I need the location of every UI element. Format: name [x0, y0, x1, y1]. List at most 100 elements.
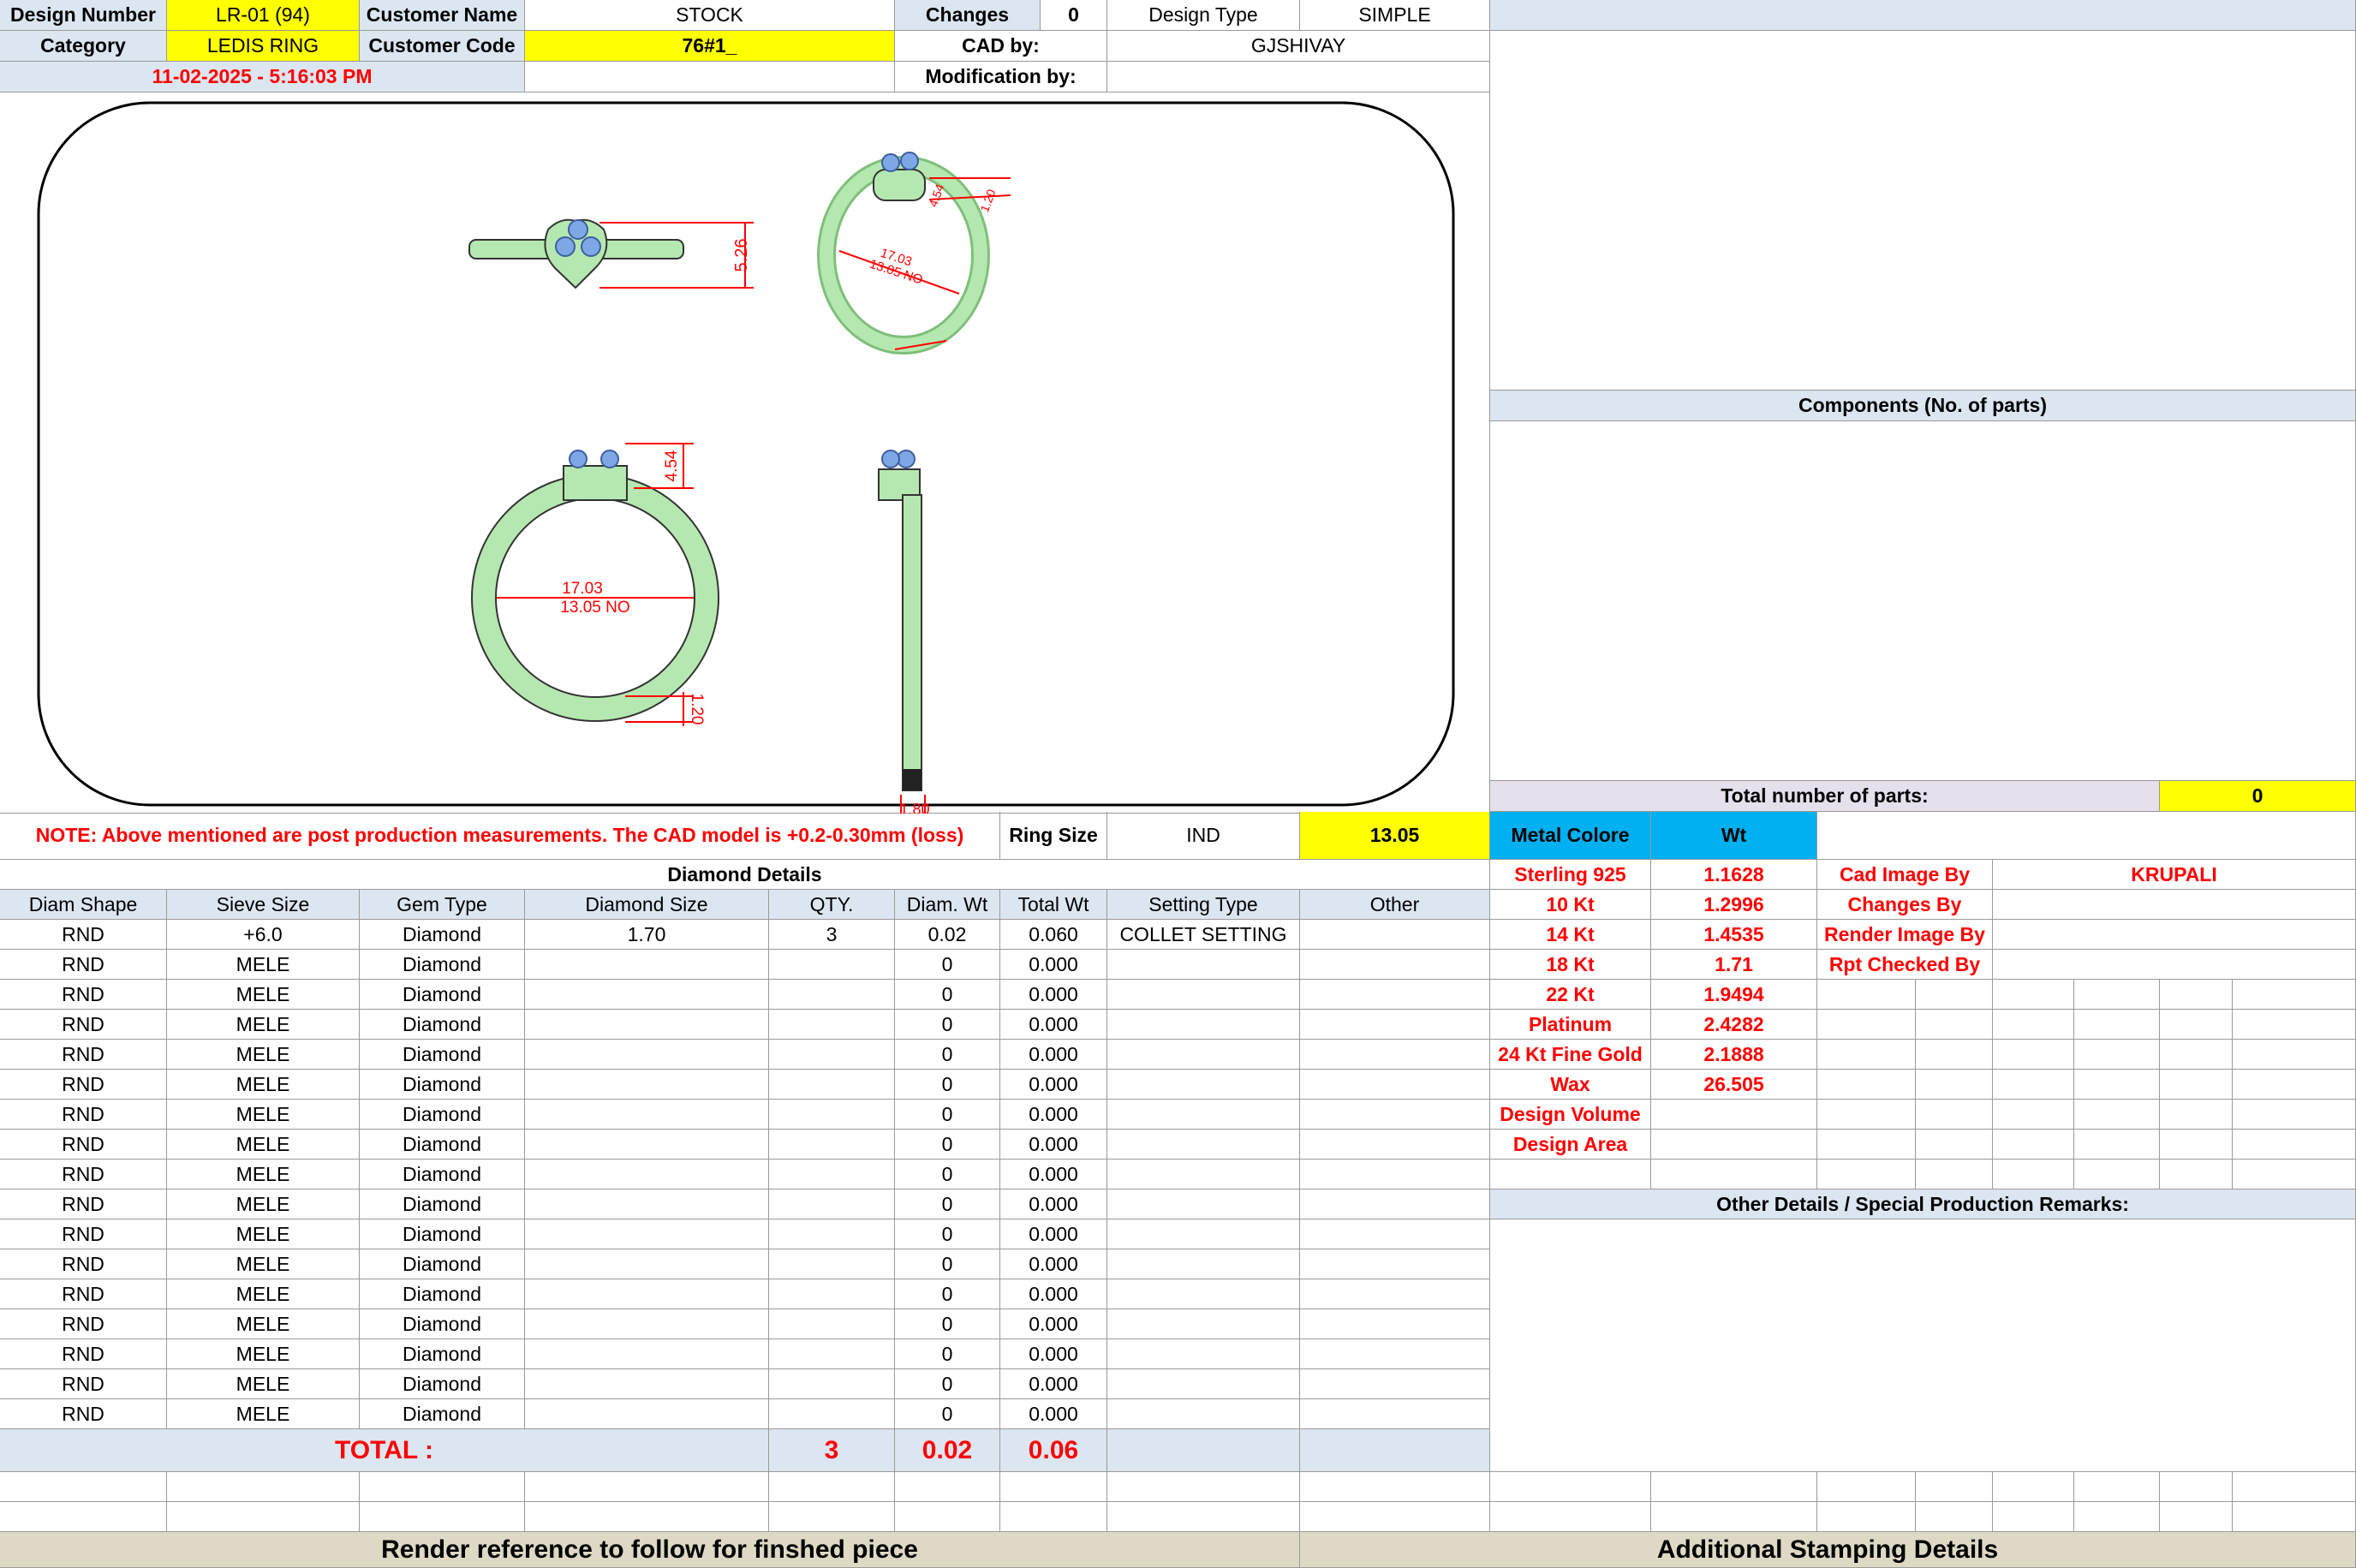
table-cell[interactable]: COLLET SETTING	[1107, 920, 1300, 950]
table-cell[interactable]	[525, 1189, 769, 1219]
table-cell[interactable]: MELE	[167, 1219, 360, 1249]
table-cell[interactable]: MELE	[167, 1040, 360, 1070]
table-cell[interactable]	[525, 1130, 769, 1160]
metal-weight[interactable]: 1.71	[1651, 950, 1817, 980]
table-cell[interactable]	[769, 1070, 895, 1100]
table-cell[interactable]: Diamond	[360, 1279, 525, 1309]
table-cell[interactable]	[1300, 1040, 1490, 1070]
table-cell[interactable]	[1107, 950, 1300, 980]
table-cell[interactable]	[769, 1100, 895, 1130]
table-cell[interactable]: 0.000	[1000, 1369, 1107, 1399]
table-cell[interactable]	[1107, 1160, 1300, 1189]
table-cell[interactable]	[1107, 1219, 1300, 1249]
table-cell[interactable]	[525, 1160, 769, 1189]
table-cell[interactable]: MELE	[167, 950, 360, 980]
table-cell[interactable]: 0.000	[1000, 1100, 1107, 1130]
table-cell[interactable]: RND	[0, 1309, 167, 1339]
table-cell[interactable]	[1107, 980, 1300, 1010]
staff-name[interactable]	[1993, 920, 2356, 950]
table-cell[interactable]: Diamond	[360, 1189, 525, 1219]
table-cell[interactable]	[525, 1219, 769, 1249]
table-cell[interactable]	[1107, 1399, 1300, 1429]
table-cell[interactable]: RND	[0, 1070, 167, 1100]
table-cell[interactable]	[1107, 1369, 1300, 1399]
table-cell[interactable]: Diamond	[360, 1399, 525, 1429]
customer-name-value[interactable]: STOCK	[525, 0, 895, 31]
table-cell[interactable]	[1300, 980, 1490, 1010]
table-cell[interactable]: MELE	[167, 1249, 360, 1279]
table-cell[interactable]: Diamond	[360, 950, 525, 980]
table-cell[interactable]: 0	[895, 1219, 1000, 1249]
table-cell[interactable]: RND	[0, 1399, 167, 1429]
table-cell[interactable]: Diamond	[360, 1369, 525, 1399]
table-cell[interactable]: 0	[895, 1399, 1000, 1429]
table-cell[interactable]: 0	[895, 1160, 1000, 1189]
table-cell[interactable]: RND	[0, 1100, 167, 1130]
table-cell[interactable]: Diamond	[360, 1070, 525, 1100]
table-cell[interactable]: 0.000	[1000, 1130, 1107, 1160]
table-cell[interactable]: Diamond	[360, 1219, 525, 1249]
staff-name[interactable]	[1993, 950, 2356, 980]
table-cell[interactable]	[1107, 1100, 1300, 1130]
table-cell[interactable]	[769, 1219, 895, 1249]
table-cell[interactable]: 0	[895, 1189, 1000, 1219]
table-cell[interactable]	[525, 1070, 769, 1100]
table-cell[interactable]	[1107, 1279, 1300, 1309]
table-cell[interactable]	[1107, 1249, 1300, 1279]
table-cell[interactable]	[769, 1279, 895, 1309]
table-cell[interactable]: Diamond	[360, 1249, 525, 1279]
table-cell[interactable]: MELE	[167, 1369, 360, 1399]
table-cell[interactable]	[769, 1010, 895, 1040]
table-cell[interactable]	[525, 1040, 769, 1070]
design-number-value[interactable]: LR-01 (94)	[167, 0, 360, 31]
table-cell[interactable]	[769, 950, 895, 980]
table-cell[interactable]: Diamond	[360, 1100, 525, 1130]
table-cell[interactable]: 0	[895, 1279, 1000, 1309]
table-cell[interactable]: 0	[895, 1070, 1000, 1100]
table-cell[interactable]: 0.000	[1000, 1399, 1107, 1429]
metal-weight[interactable]: 1.4535	[1651, 920, 1817, 950]
metal-weight[interactable]	[1651, 1130, 1817, 1160]
ring-size-value[interactable]: 13.05	[1300, 812, 1490, 860]
table-cell[interactable]: +6.0	[167, 920, 360, 950]
table-cell[interactable]: Diamond	[360, 980, 525, 1010]
table-cell[interactable]	[525, 1339, 769, 1369]
metal-weight[interactable]: 2.1888	[1651, 1040, 1817, 1070]
table-cell[interactable]	[769, 1189, 895, 1219]
table-cell[interactable]: 0.02	[895, 920, 1000, 950]
table-cell[interactable]	[1300, 1160, 1490, 1189]
table-cell[interactable]	[1107, 1040, 1300, 1070]
table-cell[interactable]	[525, 950, 769, 980]
table-cell[interactable]	[1300, 1010, 1490, 1040]
table-cell[interactable]	[1300, 1279, 1490, 1309]
table-cell[interactable]: 0	[895, 1249, 1000, 1279]
metal-weight[interactable]: 26.505	[1651, 1070, 1817, 1100]
table-cell[interactable]	[769, 1339, 895, 1369]
metal-weight[interactable]: 2.4282	[1651, 1010, 1817, 1040]
table-cell[interactable]: 0	[895, 1309, 1000, 1339]
table-cell[interactable]	[1300, 1070, 1490, 1100]
table-cell[interactable]	[1300, 1399, 1490, 1429]
table-cell[interactable]: 0	[895, 1010, 1000, 1040]
category-value[interactable]: LEDIS RING	[167, 31, 360, 62]
table-cell[interactable]	[769, 980, 895, 1010]
table-cell[interactable]: Diamond	[360, 1040, 525, 1070]
table-cell[interactable]: RND	[0, 1010, 167, 1040]
table-cell[interactable]	[1300, 1309, 1490, 1339]
table-cell[interactable]	[769, 1160, 895, 1189]
table-cell[interactable]: MELE	[167, 1339, 360, 1369]
table-cell[interactable]: 0	[895, 1040, 1000, 1070]
table-cell[interactable]: Diamond	[360, 1130, 525, 1160]
table-cell[interactable]: MELE	[167, 1010, 360, 1040]
table-cell[interactable]	[1107, 1010, 1300, 1040]
table-cell[interactable]: 0.000	[1000, 1189, 1107, 1219]
changes-value[interactable]: 0	[1041, 0, 1107, 31]
table-cell[interactable]	[1107, 1070, 1300, 1100]
table-cell[interactable]	[1300, 1339, 1490, 1369]
table-cell[interactable]: 0.000	[1000, 1339, 1107, 1369]
table-cell[interactable]: MELE	[167, 980, 360, 1010]
table-cell[interactable]: 0.000	[1000, 950, 1107, 980]
table-cell[interactable]: 0.000	[1000, 1070, 1107, 1100]
table-cell[interactable]: 0	[895, 1130, 1000, 1160]
table-cell[interactable]	[769, 1369, 895, 1399]
